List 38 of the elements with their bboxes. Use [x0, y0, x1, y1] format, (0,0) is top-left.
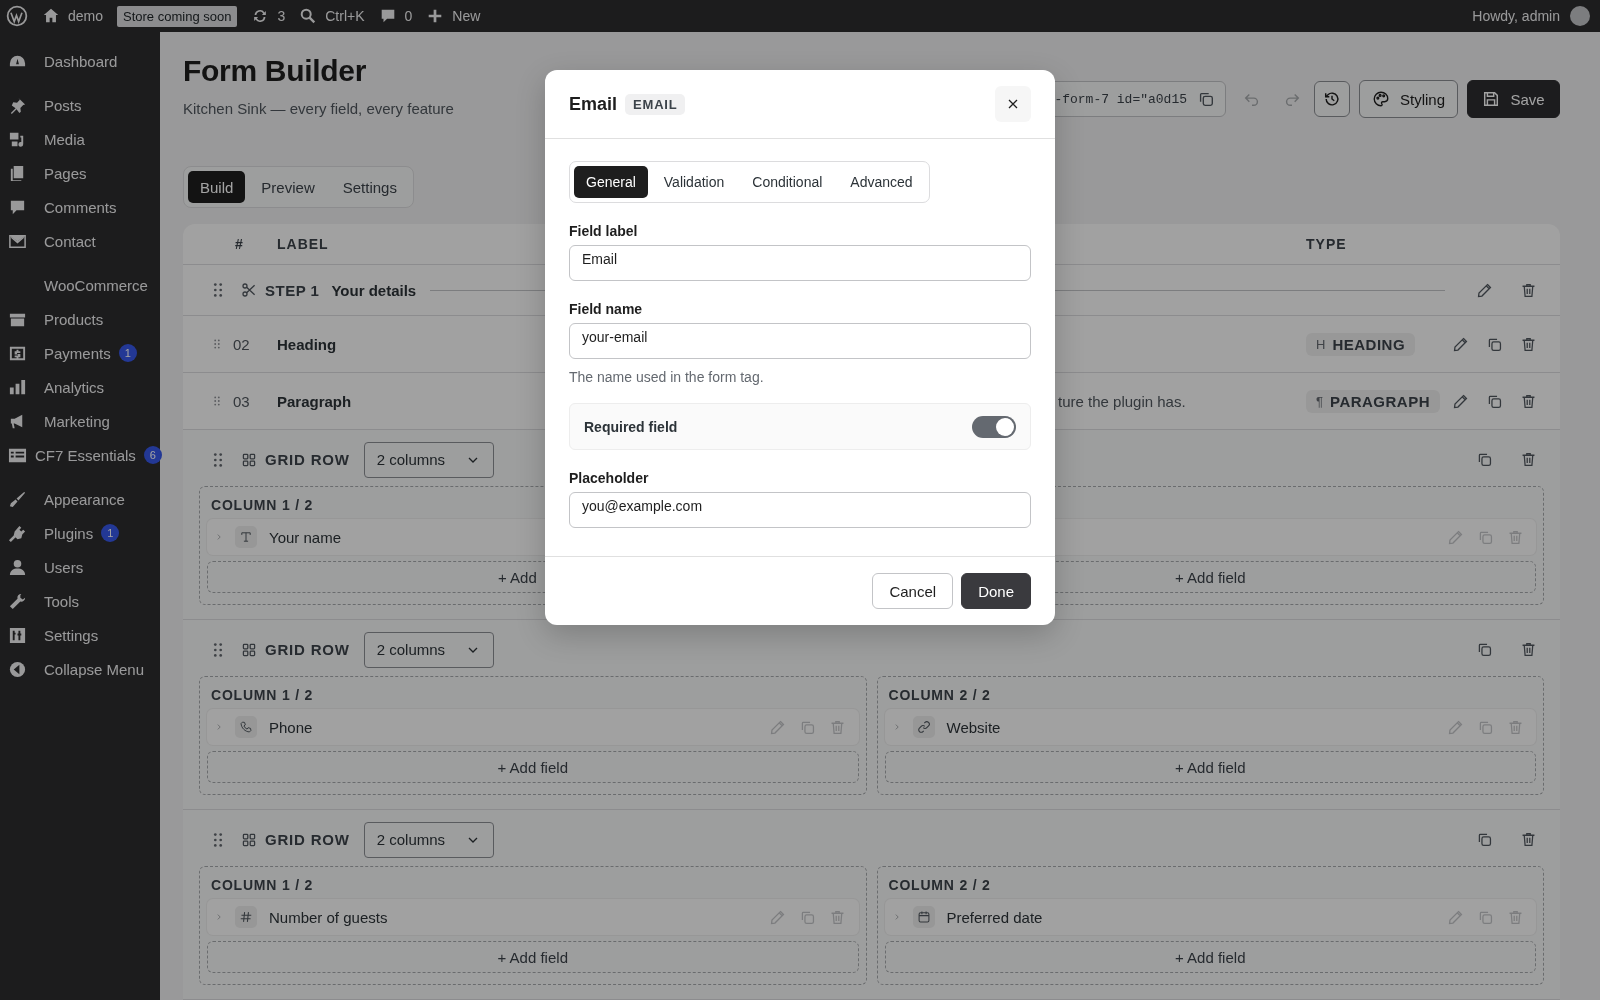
grid-row-label: GRID ROW — [265, 451, 350, 468]
column-label: COLUMN 2 / 2 — [888, 877, 991, 893]
field-label: Field label — [569, 223, 639, 239]
field-preview-text: ture the plugin has. — [1057, 392, 1186, 410]
field-label: Placeholder — [569, 470, 650, 486]
grid-row-label: GRID ROW — [265, 831, 350, 848]
page-subtitle: Kitchen Sink — every field, every feature — [183, 100, 454, 117]
column-header: # — [234, 236, 245, 252]
row-number: 03 — [232, 392, 251, 410]
field-label: Paragraph — [277, 392, 353, 410]
type-symbol: H — [1316, 336, 1326, 352]
column-label: COLUMN 1 / 2 — [211, 877, 314, 893]
type-symbol: ¶ — [1316, 393, 1323, 409]
setting-label: Required field — [584, 418, 678, 435]
page-title: Form Builder — [183, 54, 368, 88]
field-label: Field name — [569, 301, 644, 317]
count-badge: 1 — [118, 344, 137, 362]
field-type: HEADING — [1332, 335, 1406, 353]
column-header: TYPE — [1306, 236, 1348, 252]
field-type-badge: EMAIL — [625, 93, 686, 115]
field-label: Phone — [269, 718, 313, 736]
field-label: Number of guests — [269, 908, 388, 926]
step-title: Your details — [331, 281, 417, 299]
grid-row-label: GRID ROW — [265, 641, 350, 658]
dialog-title: Email — [569, 93, 618, 115]
field-label: Heading — [277, 335, 338, 353]
column-header: LABEL — [277, 236, 330, 252]
field-label: Your name — [269, 528, 341, 546]
field-label: Website — [946, 718, 1001, 736]
count-badge: 1 — [101, 524, 120, 542]
column-label: COLUMN 1 / 2 — [211, 497, 314, 513]
column-label: COLUMN 1 / 2 — [211, 687, 314, 703]
field-type: PARAGRAPH — [1330, 392, 1431, 410]
count-badge: 6 — [143, 446, 162, 464]
column-label: COLUMN 2 / 2 — [888, 687, 991, 703]
row-number: 02 — [232, 335, 251, 353]
step-label: STEP 1 — [265, 281, 320, 299]
field-label: Preferred date — [946, 908, 1043, 926]
